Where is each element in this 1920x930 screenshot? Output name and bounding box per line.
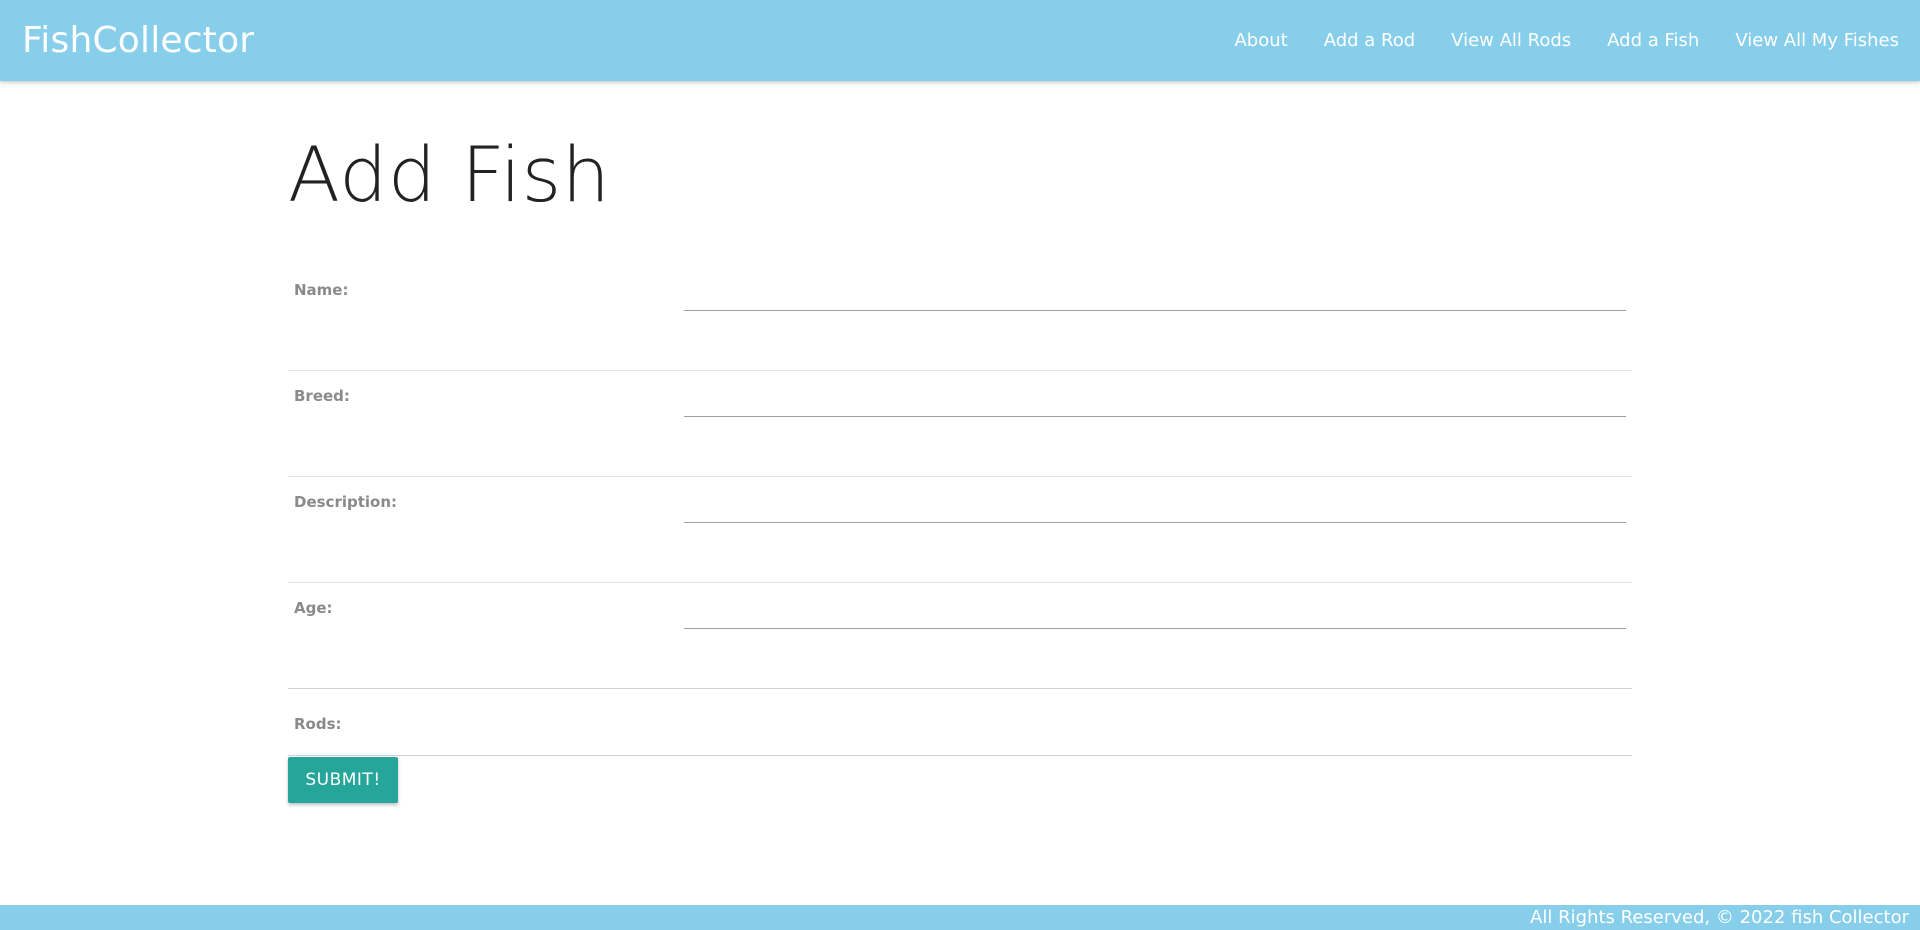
age-input[interactable] <box>684 583 1626 629</box>
form-row-breed: Breed: <box>288 371 1632 477</box>
description-input[interactable] <box>684 477 1626 523</box>
nav-link-view-fishes[interactable]: View All My Fishes <box>1717 0 1899 81</box>
footer: All Rights Reserved, © 2022 fish Collect… <box>0 905 1920 930</box>
rods-label: Rods: <box>288 689 1632 756</box>
form-row-age: Age: <box>288 583 1632 689</box>
age-label: Age: <box>294 599 333 617</box>
description-label: Description: <box>294 493 398 511</box>
breed-label: Breed: <box>294 387 350 405</box>
nav-link-add-fish[interactable]: Add a Fish <box>1589 0 1717 81</box>
form-row-description: Description: <box>288 477 1632 583</box>
form-table: Name: Breed: Description: Age: Rods: <box>288 265 1632 756</box>
nav-link-view-rods[interactable]: View All Rods <box>1433 0 1589 81</box>
nav-link-add-rod[interactable]: Add a Rod <box>1306 0 1433 81</box>
form-row-name: Name: <box>288 265 1632 371</box>
name-input[interactable] <box>684 265 1626 311</box>
page-title: Add Fish <box>288 130 611 219</box>
nav-link-about[interactable]: About <box>1216 0 1305 81</box>
nav-links: About Add a Rod View All Rods Add a Fish… <box>1216 0 1899 81</box>
navbar: FishCollector About Add a Rod View All R… <box>0 0 1920 81</box>
add-fish-form: Name: Breed: Description: Age: Rods: SUB… <box>288 265 1632 803</box>
name-label: Name: <box>294 281 349 299</box>
breed-input[interactable] <box>684 371 1626 417</box>
main-content: Add Fish Name: Breed: Description: Age: … <box>288 81 1632 803</box>
brand-logo[interactable]: FishCollector <box>22 20 254 61</box>
submit-button[interactable]: SUBMIT! <box>288 757 398 803</box>
